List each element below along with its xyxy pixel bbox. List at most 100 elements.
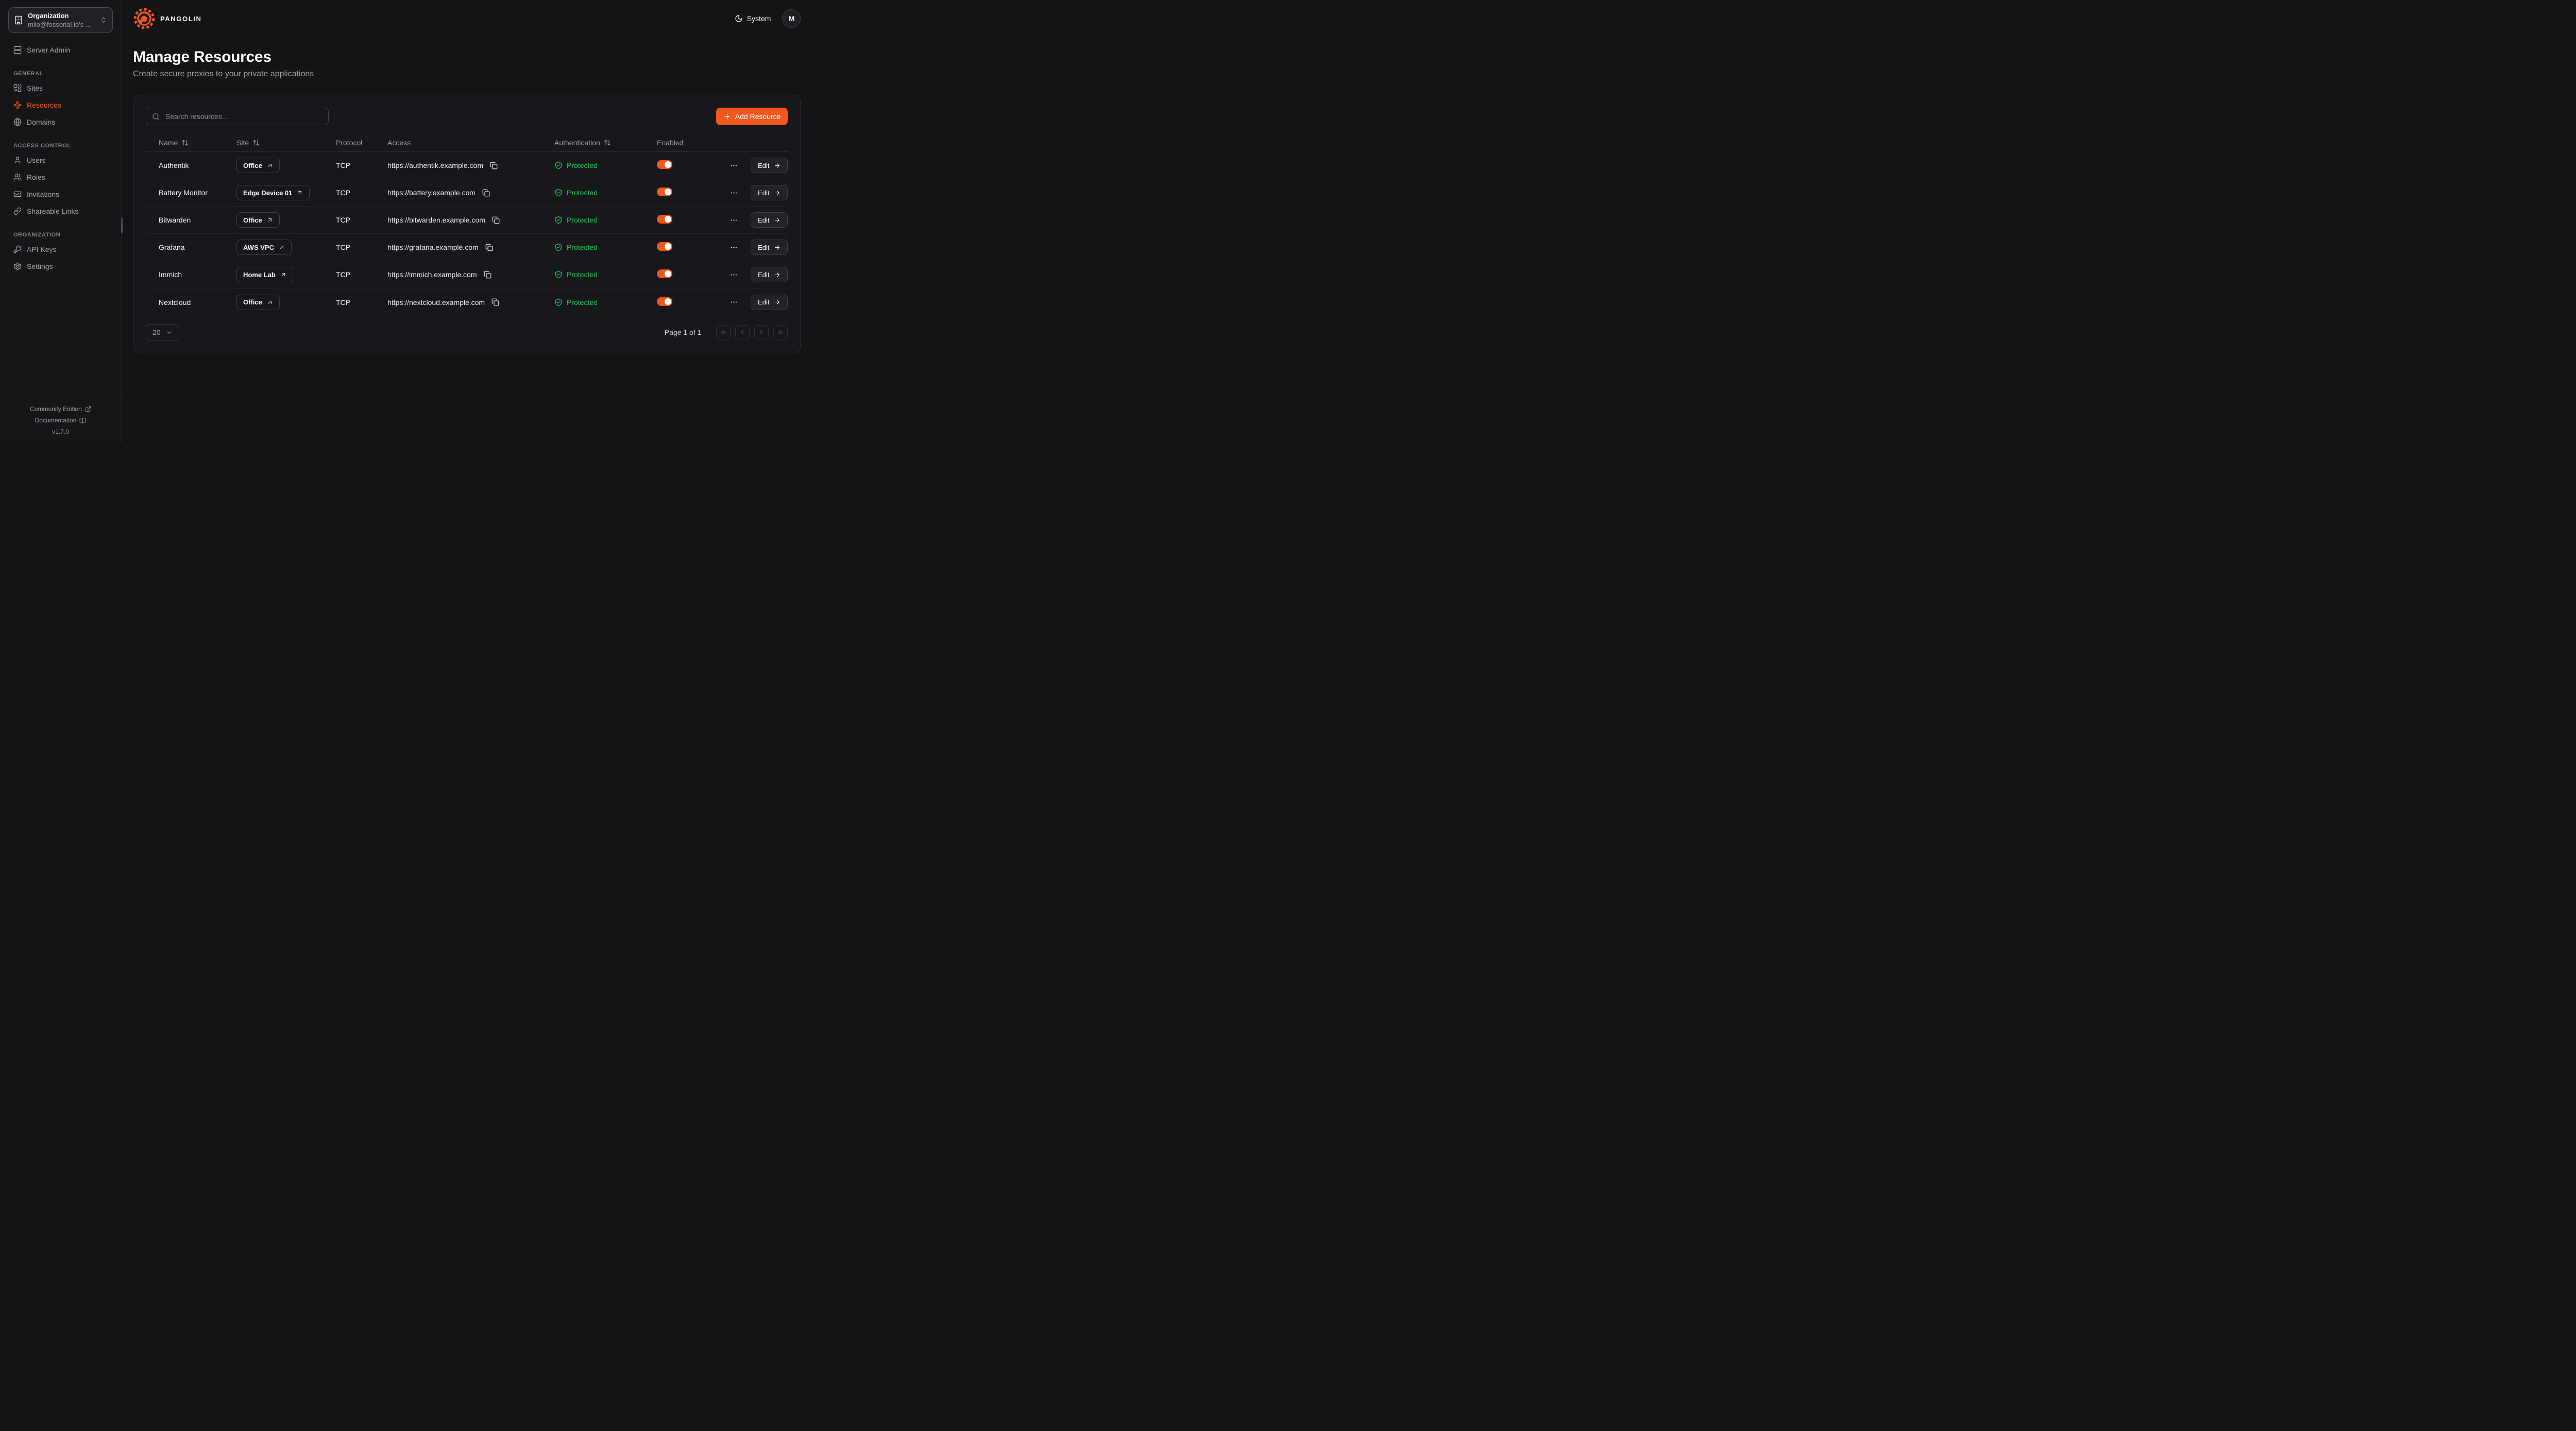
enabled-toggle[interactable]	[657, 188, 672, 196]
edit-button[interactable]: Edit	[751, 185, 788, 200]
resource-protocol: TCP	[336, 298, 387, 306]
resource-name: Battery Monitor	[159, 189, 236, 197]
copy-button[interactable]	[492, 216, 500, 225]
avatar-initial: M	[789, 14, 795, 23]
enabled-toggle[interactable]	[657, 215, 672, 224]
resource-protocol: TCP	[336, 189, 387, 197]
edit-button[interactable]: Edit	[751, 295, 788, 310]
chevrons-up-down-icon	[100, 16, 107, 24]
sidebar-item-label: Settings	[27, 262, 53, 270]
arrow-right-icon	[774, 162, 781, 169]
site-link[interactable]: AWS VPC	[236, 240, 292, 255]
site-link[interactable]: Office	[236, 158, 280, 173]
sidebar-scrollbar[interactable]	[121, 218, 123, 233]
sidebar-item-invitations[interactable]: Invitations	[8, 185, 113, 202]
column-header-access: Access	[387, 139, 554, 147]
sidebar-item-users[interactable]: Users	[8, 151, 113, 168]
enabled-toggle[interactable]	[657, 160, 672, 169]
main-content: PANGOLIN System M Manage Resources Creat…	[122, 0, 810, 442]
enabled-toggle[interactable]	[657, 242, 672, 251]
site-link[interactable]: Office	[236, 295, 280, 310]
site-link[interactable]: Home Lab	[236, 267, 293, 282]
org-selector[interactable]: Organization milo@fossorial.io's ...	[8, 7, 113, 33]
table-row: Bitwarden Office TCP https://bitwarden.e…	[146, 207, 788, 234]
site-link[interactable]: Office	[236, 212, 280, 228]
resource-access-url: https://nextcloud.example.com	[387, 298, 485, 306]
column-header-protocol: Protocol	[336, 139, 387, 147]
sidebar-item-label: API Keys	[27, 245, 57, 253]
copy-button[interactable]	[482, 189, 490, 197]
arrow-right-icon	[774, 299, 781, 305]
auth-status-badge: Protected	[554, 161, 657, 169]
add-resource-button[interactable]: Add Resource	[716, 108, 788, 125]
copy-button[interactable]	[489, 161, 498, 170]
sidebar-item-label: Domains	[27, 118, 55, 126]
enabled-toggle[interactable]	[657, 297, 672, 306]
sidebar-item-domains[interactable]: Domains	[8, 113, 113, 130]
prev-page-button[interactable]	[735, 325, 750, 339]
auth-status-badge: Protected	[554, 216, 657, 224]
sidebar-item-resources[interactable]: Resources	[8, 96, 113, 113]
sidebar-item-label: Server Admin	[27, 46, 70, 54]
next-page-button[interactable]	[754, 325, 769, 339]
edit-button[interactable]: Edit	[751, 267, 788, 282]
site-link[interactable]: Edge Device 01	[236, 185, 310, 200]
column-header-site[interactable]: Site	[236, 139, 336, 147]
table-row: Authentik Office TCP https://authentik.e…	[146, 152, 788, 179]
moon-icon	[735, 14, 743, 23]
sidebar-footer: Community Edition Documentation v1.7.0	[0, 398, 121, 442]
sidebar-item-settings[interactable]: Settings	[8, 258, 113, 275]
edit-button[interactable]: Edit	[751, 158, 788, 173]
row-menu-button[interactable]	[729, 297, 739, 307]
topbar: PANGOLIN System M	[133, 0, 801, 37]
row-menu-button[interactable]	[729, 188, 739, 198]
documentation-link[interactable]: Documentation	[35, 417, 87, 424]
copy-button[interactable]	[485, 243, 494, 252]
edit-button[interactable]: Edit	[751, 240, 788, 255]
sidebar-item-label: Users	[27, 156, 46, 164]
last-page-button[interactable]	[773, 325, 788, 339]
row-menu-button[interactable]	[729, 161, 739, 171]
building-icon	[14, 15, 23, 25]
search-input[interactable]	[164, 112, 323, 121]
first-page-button[interactable]	[716, 325, 731, 339]
edit-button[interactable]: Edit	[751, 212, 788, 228]
chevron-down-icon	[166, 329, 173, 336]
column-header-name[interactable]: Name	[159, 139, 236, 147]
shield-check-icon	[554, 270, 563, 279]
sort-icon	[252, 139, 260, 146]
resource-name: Authentik	[159, 161, 236, 169]
enabled-toggle[interactable]	[657, 269, 672, 278]
version-label: v1.7.0	[52, 428, 69, 435]
community-edition-link[interactable]: Community Edition	[30, 405, 91, 413]
avatar[interactable]: M	[782, 9, 801, 28]
add-resource-label: Add Resource	[735, 112, 781, 121]
sidebar-item-sites[interactable]: Sites	[8, 79, 113, 96]
org-label: Organization	[28, 11, 95, 20]
column-header-authentication[interactable]: Authentication	[554, 139, 657, 147]
resource-protocol: TCP	[336, 161, 387, 169]
shield-check-icon	[554, 243, 563, 251]
page-size-select[interactable]: 20	[146, 324, 179, 340]
resource-access-url: https://authentik.example.com	[387, 161, 483, 169]
sidebar-item-shareable-links[interactable]: Shareable Links	[8, 202, 113, 219]
theme-selector[interactable]: System	[735, 14, 771, 23]
resource-access-url: https://bitwarden.example.com	[387, 216, 485, 224]
copy-button[interactable]	[491, 298, 500, 306]
row-menu-button[interactable]	[729, 215, 739, 225]
sidebar-item-label: Sites	[27, 84, 43, 92]
search-icon	[152, 113, 160, 121]
chevron-right-icon	[758, 329, 765, 336]
auth-status-badge: Protected	[554, 189, 657, 197]
arrow-up-right-icon	[267, 299, 273, 305]
shield-check-icon	[554, 216, 563, 224]
row-menu-button[interactable]	[729, 270, 739, 280]
copy-button[interactable]	[483, 270, 492, 279]
sidebar-item-roles[interactable]: Roles	[8, 168, 113, 185]
page-info: Page 1 of 1	[665, 328, 702, 336]
table-row: Battery Monitor Edge Device 01 TCP https…	[146, 179, 788, 207]
sidebar-item-server-admin[interactable]: Server Admin	[8, 41, 113, 58]
table-header: Name Site Protocol Access	[146, 133, 788, 152]
sidebar-item-api-keys[interactable]: API Keys	[8, 241, 113, 258]
row-menu-button[interactable]	[729, 243, 739, 252]
